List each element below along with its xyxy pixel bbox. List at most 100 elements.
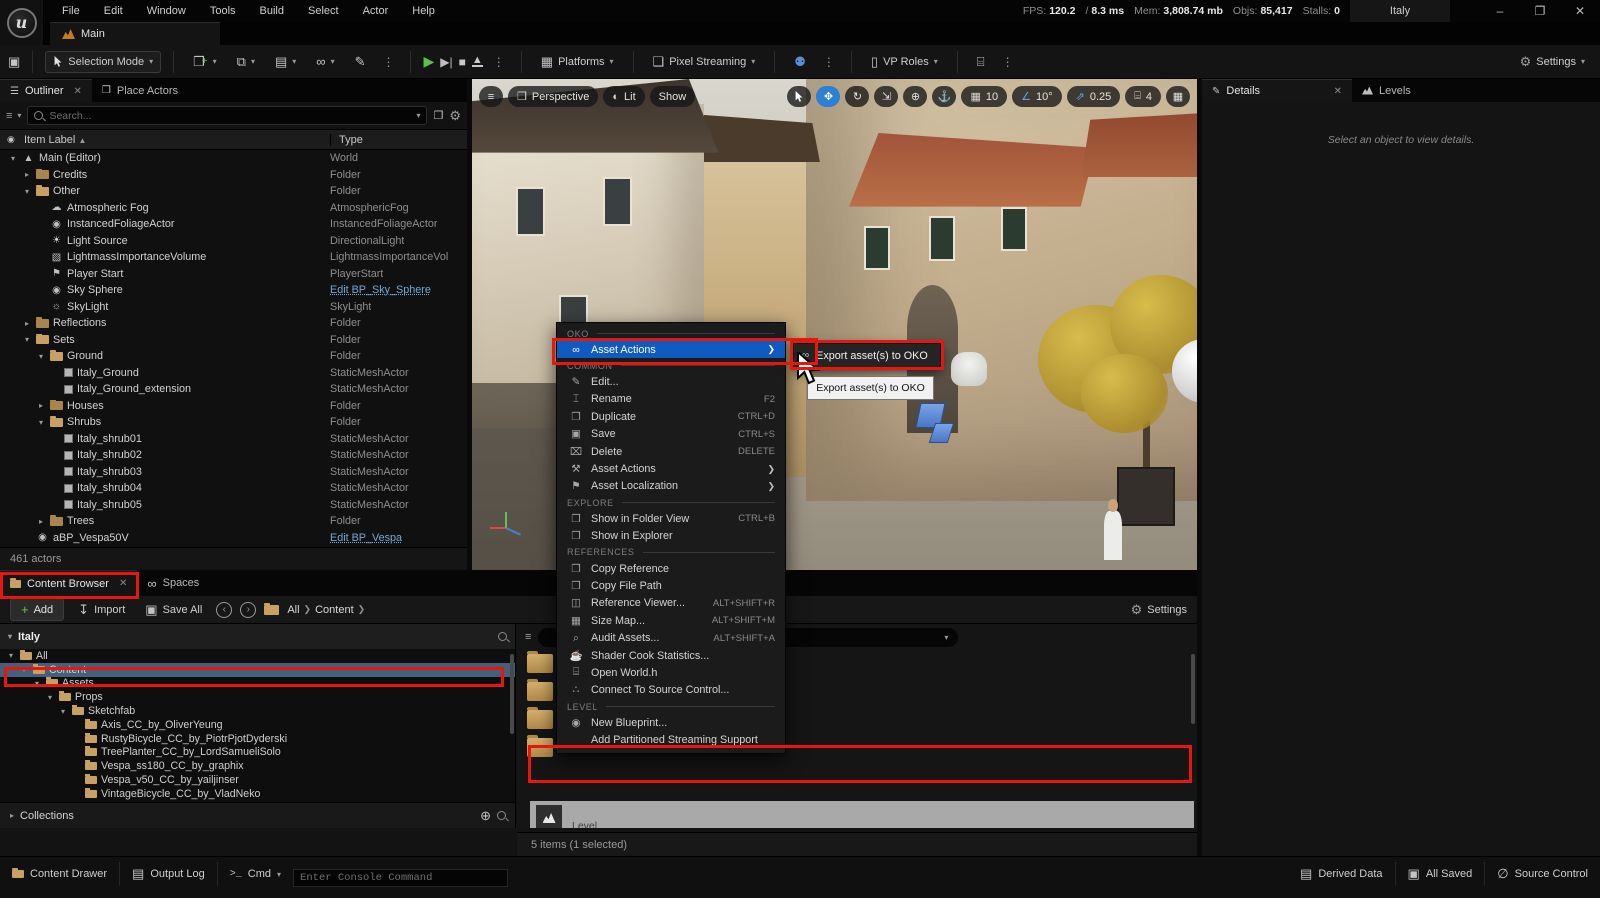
console-command-input[interactable] bbox=[293, 869, 508, 887]
menu-item-asset-actions[interactable]: ∞Asset Actions❯ bbox=[557, 341, 785, 358]
outliner-row[interactable]: ▸HousesFolder bbox=[0, 398, 467, 415]
unreal-logo[interactable]: u bbox=[0, 0, 44, 45]
maximize-button[interactable]: ❐ bbox=[1520, 0, 1560, 22]
menu-tools[interactable]: Tools bbox=[200, 2, 246, 20]
outliner-row[interactable]: Italy_shrub01StaticMeshActor bbox=[0, 431, 467, 448]
edit-blueprint-link[interactable]: Edit BP_Sky_Sphere bbox=[322, 284, 431, 296]
outliner-row[interactable]: ▸ReflectionsFolder bbox=[0, 315, 467, 332]
rotate-tool-button[interactable]: ↻ bbox=[845, 86, 869, 107]
collaboration-people-button[interactable]: ⚉ bbox=[787, 50, 813, 74]
menu-item-size-map[interactable]: ▦Size Map...ALT+SHIFT+M bbox=[557, 612, 785, 629]
cinematics-dropdown[interactable]: ▤▾ bbox=[268, 50, 303, 74]
oko-dropdown[interactable]: ∞▾ bbox=[309, 50, 341, 73]
expanded-arrow-icon[interactable]: ▾ bbox=[22, 187, 32, 196]
show-dropdown[interactable]: Show bbox=[650, 86, 696, 107]
scale-snap-button[interactable]: ⇗0.25 bbox=[1067, 86, 1121, 107]
menu-item-connect-to-source-control[interactable]: ∴Connect To Source Control... bbox=[557, 682, 785, 699]
cmd-dropdown[interactable]: >_Cmd▾ bbox=[218, 862, 293, 886]
column-item-label[interactable]: Item Label ▲ bbox=[0, 134, 330, 146]
selected-asset-row-main-level[interactable]: Level bbox=[530, 801, 1194, 828]
lit-mode-dropdown[interactable]: ◐Lit bbox=[603, 86, 644, 107]
menu-item-rename[interactable]: ⌶RenameF2 bbox=[557, 391, 785, 408]
collections-bar[interactable]: ▸ Collections ⊕ bbox=[0, 802, 516, 828]
menu-select[interactable]: Select bbox=[298, 2, 349, 20]
menu-edit[interactable]: Edit bbox=[94, 2, 133, 20]
menu-item-shader-cook-statistics[interactable]: ☕Shader Cook Statistics... bbox=[557, 647, 785, 664]
menu-item-asset-localization[interactable]: ⚑Asset Localization❯ bbox=[557, 478, 785, 495]
asset-folder-icon[interactable] bbox=[527, 738, 553, 757]
content-browser-settings-button[interactable]: ⚙Settings bbox=[1131, 602, 1187, 618]
menu-item-edit[interactable]: ✎Edit... bbox=[557, 373, 785, 390]
menu-item-copy-file-path[interactable]: ❐Copy File Path bbox=[557, 577, 785, 594]
menu-item-asset-actions[interactable]: ⚒Asset Actions❯ bbox=[557, 460, 785, 477]
save-all-button[interactable]: ▣Save All bbox=[139, 599, 208, 621]
outliner-search-box[interactable]: ▾ bbox=[27, 106, 427, 125]
folder-tree-row[interactable]: ▾All bbox=[0, 649, 515, 663]
breadcrumb-all[interactable]: All bbox=[287, 604, 299, 616]
outliner-row[interactable]: Italy_shrub03StaticMeshActor bbox=[0, 464, 467, 481]
outliner-row[interactable]: ▾GroundFolder bbox=[0, 348, 467, 365]
rotation-snap-button[interactable]: ∠10° bbox=[1012, 86, 1062, 107]
folder-tree-row[interactable]: Vespa_v50_CC_by_yailjinser bbox=[0, 773, 515, 787]
menu-item-delete[interactable]: ⌧DeleteDELETE bbox=[557, 443, 785, 460]
folder-tree-row[interactable]: VintageBicycle_CC_by_VladNeko bbox=[0, 787, 515, 801]
close-icon[interactable]: ✕ bbox=[1334, 86, 1342, 97]
outliner-row[interactable]: ⚑Player StartPlayerStart bbox=[0, 266, 467, 283]
column-type[interactable]: Type bbox=[330, 134, 467, 146]
outliner-row[interactable]: ▾SetsFolder bbox=[0, 332, 467, 349]
expanded-arrow-icon[interactable]: ▾ bbox=[45, 693, 55, 702]
filter-icon[interactable]: ≡ bbox=[525, 631, 530, 643]
search-input[interactable] bbox=[49, 110, 410, 122]
media-capture-button[interactable]: ⌸ bbox=[970, 50, 992, 74]
menu-item-add-partitioned-streaming-support[interactable]: Add Partitioned Streaming Support bbox=[557, 731, 785, 748]
edit-blueprint-link[interactable]: Edit BP_Vespa bbox=[322, 532, 402, 544]
select-tool-button[interactable] bbox=[787, 86, 811, 107]
outliner-row[interactable]: ☀Light SourceDirectionalLight bbox=[0, 233, 467, 250]
tab-outliner[interactable]: ☰ Outliner✕ bbox=[0, 79, 92, 102]
folder-tree-row[interactable]: RustyBicycle_CC_by_PiotrPjotDyderski bbox=[0, 732, 515, 746]
search-icon[interactable] bbox=[498, 632, 507, 641]
menu-item-show-in-folder-view[interactable]: ❐Show in Folder ViewCTRL+B bbox=[557, 510, 785, 527]
stop-button[interactable]: ■ bbox=[459, 55, 466, 69]
tab-place-actors[interactable]: ❒ Place Actors bbox=[92, 79, 188, 102]
outliner-row[interactable]: ▾ShrubsFolder bbox=[0, 414, 467, 431]
minimize-button[interactable]: – bbox=[1480, 0, 1520, 22]
outliner-row[interactable]: ◉InstancedFoliageActorInstancedFoliageAc… bbox=[0, 216, 467, 233]
outliner-row[interactable]: Italy_shrub04StaticMeshActor bbox=[0, 480, 467, 497]
expanded-arrow-icon[interactable]: ▾ bbox=[19, 665, 29, 674]
folder-tree-row[interactable]: TreePlanter_CC_by_LordSamueliSolo bbox=[0, 746, 515, 760]
expanded-arrow-icon[interactable]: ▾ bbox=[22, 335, 32, 344]
tab-levels[interactable]: Levels bbox=[1352, 79, 1421, 102]
expanded-arrow-icon[interactable]: ▾ bbox=[32, 679, 42, 688]
add-button[interactable]: +Add bbox=[10, 598, 64, 621]
close-icon[interactable]: ✕ bbox=[74, 86, 82, 97]
collapsed-arrow-icon[interactable]: ▸ bbox=[22, 170, 32, 179]
pixel-streaming-dropdown[interactable]: ❑Pixel Streaming▾ bbox=[646, 50, 763, 74]
vp-roles-dropdown[interactable]: ▯VP Roles▾ bbox=[864, 50, 945, 74]
outliner-row[interactable]: ▸CreditsFolder bbox=[0, 167, 467, 184]
menu-item-duplicate[interactable]: ❐DuplicateCTRL+D bbox=[557, 408, 785, 425]
folder-tree-row[interactable]: Axis_CC_by_OliverYeung bbox=[0, 718, 515, 732]
grid-snap-button[interactable]: ▦10 bbox=[961, 86, 1007, 107]
perspective-dropdown[interactable]: ❒Perspective bbox=[508, 86, 598, 107]
menu-item-copy-reference[interactable]: ❐Copy Reference bbox=[557, 560, 785, 577]
platforms-dropdown[interactable]: ▦Platforms▾ bbox=[534, 50, 621, 74]
settings-dropdown[interactable]: ⚙Settings▾ bbox=[1513, 50, 1592, 74]
outliner-row[interactable]: ▾OtherFolder bbox=[0, 183, 467, 200]
outliner-row[interactable]: ☼SkyLightSkyLight bbox=[0, 299, 467, 316]
expanded-arrow-icon[interactable]: ▾ bbox=[8, 154, 18, 163]
search-options-chevron-icon[interactable]: ▾ bbox=[416, 111, 420, 120]
close-button[interactable]: ✕ bbox=[1560, 0, 1600, 22]
folder-tree-row[interactable]: ▾Props bbox=[0, 690, 515, 704]
world-local-toggle-button[interactable]: ⊕ bbox=[903, 86, 927, 107]
folder-tree-row[interactable]: ▾Assets bbox=[0, 677, 515, 691]
output-log-button[interactable]: ▤Output Log bbox=[120, 862, 218, 886]
expanded-arrow-icon[interactable]: ▾ bbox=[58, 707, 68, 716]
toolbar-overflow-kebab[interactable]: ⋮ bbox=[378, 55, 398, 69]
play-from-here-button[interactable]: ▶| bbox=[440, 55, 452, 69]
add-collection-icon[interactable]: ⊕ bbox=[480, 808, 491, 824]
close-icon[interactable]: ✕ bbox=[119, 578, 127, 589]
outliner-row[interactable]: ☁Atmospheric FogAtmosphericFog bbox=[0, 200, 467, 217]
menu-file[interactable]: File bbox=[52, 2, 90, 20]
outliner-row[interactable]: ◉aBP_Vespa50VEdit BP_Vespa bbox=[0, 530, 467, 547]
